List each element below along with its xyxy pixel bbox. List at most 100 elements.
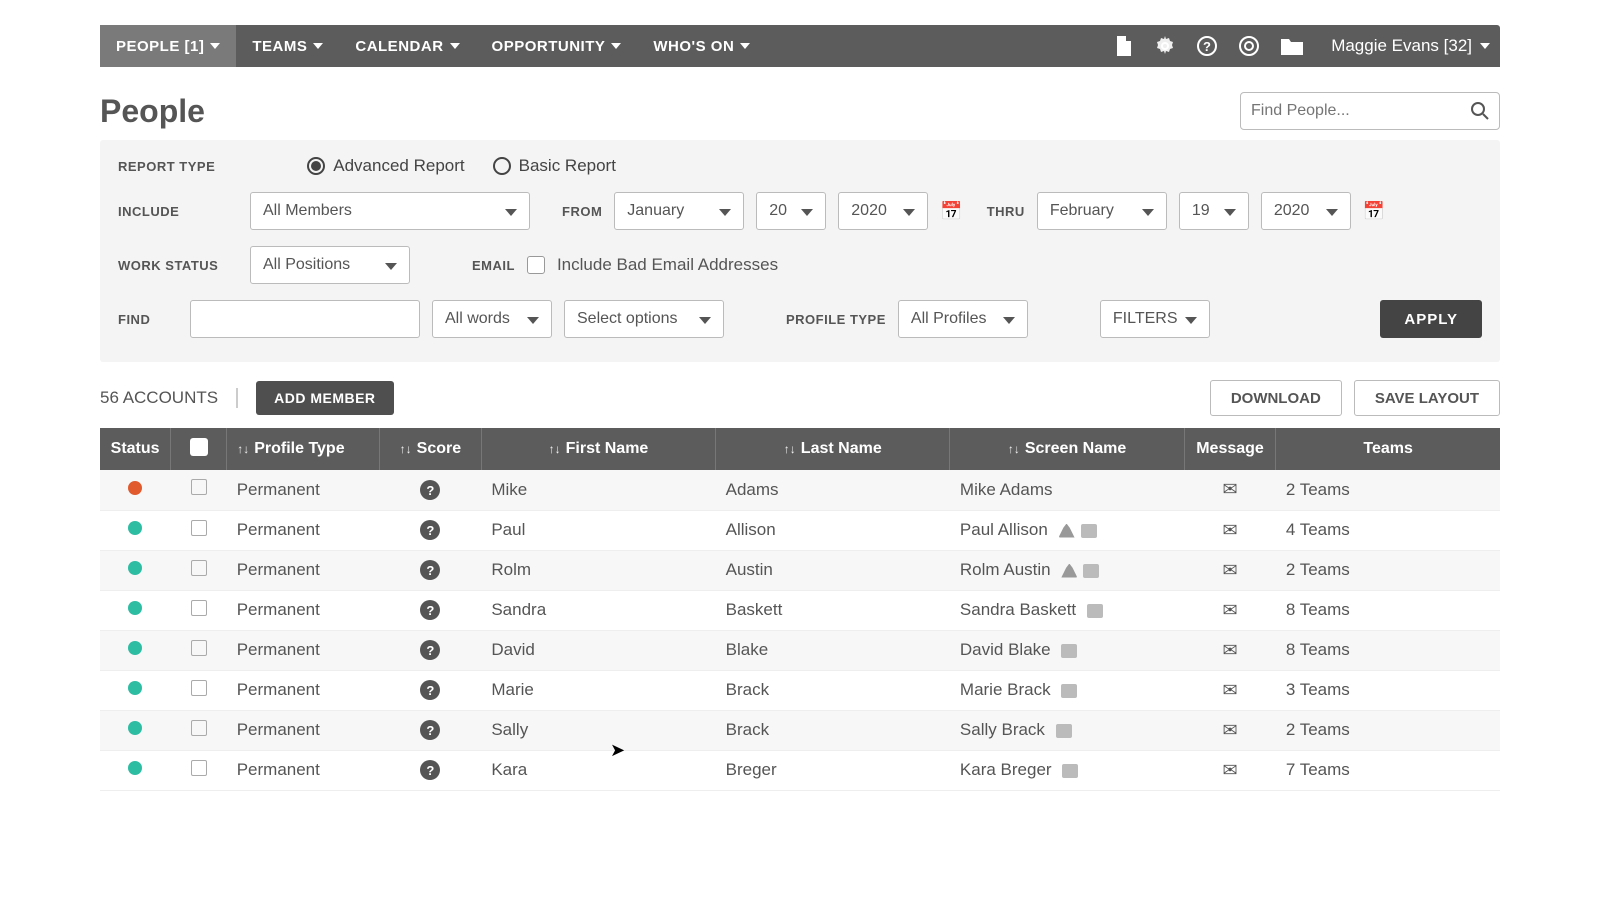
cell-teams[interactable]: 2 Teams [1276, 710, 1500, 750]
find-options-select[interactable]: Select options [564, 300, 724, 338]
nav-item-calendar[interactable]: CALENDAR [339, 25, 475, 67]
profile-type-select[interactable]: All Profiles [898, 300, 1028, 338]
add-member-button[interactable]: ADD MEMBER [256, 381, 393, 415]
chevron-down-icon [210, 43, 220, 49]
row-checkbox[interactable] [191, 720, 207, 736]
col-screen-name[interactable]: ↑↓Screen Name [950, 428, 1184, 470]
from-year-select[interactable]: 2020 [838, 192, 928, 230]
radio-advanced-report[interactable]: Advanced Report [307, 156, 464, 176]
gear-icon[interactable] [1155, 36, 1175, 56]
col-score[interactable]: ↑↓Score [379, 428, 481, 470]
score-help-icon[interactable]: ? [420, 640, 440, 660]
table-row[interactable]: Permanent?RolmAustinRolm Austin ✉2 Teams [100, 550, 1500, 590]
score-help-icon[interactable]: ? [420, 760, 440, 780]
row-checkbox[interactable] [191, 680, 207, 696]
document-icon[interactable] [1115, 36, 1133, 56]
from-day-select[interactable]: 20 [756, 192, 826, 230]
find-input[interactable] [190, 300, 420, 338]
thru-day-select[interactable]: 19 [1179, 192, 1249, 230]
search-icon[interactable] [1471, 102, 1489, 120]
filters-select[interactable]: FILTERS [1100, 300, 1210, 338]
save-layout-button[interactable]: SAVE LAYOUT [1354, 380, 1500, 416]
work-status-select[interactable]: All Positions [250, 246, 410, 284]
nav-item-people-[interactable]: PEOPLE [1] [100, 25, 236, 67]
life-ring-icon[interactable] [1239, 36, 1259, 56]
help-icon[interactable]: ? [1197, 36, 1217, 56]
radio-label: Basic Report [519, 156, 616, 176]
cell-first-name: Sandra [481, 590, 715, 630]
envelope-icon[interactable]: ✉ [1222, 680, 1237, 700]
search-box[interactable] [1240, 92, 1500, 130]
calendar-icon[interactable]: 📅 [1363, 201, 1385, 222]
envelope-icon[interactable]: ✉ [1222, 560, 1237, 580]
cell-teams[interactable]: 8 Teams [1276, 590, 1500, 630]
cell-profile: Permanent [227, 710, 380, 750]
col-profile-type[interactable]: ↑↓Profile Type [227, 428, 380, 470]
status-dot [128, 521, 142, 535]
download-button[interactable]: DOWNLOAD [1210, 380, 1342, 416]
radio-basic-report[interactable]: Basic Report [493, 156, 616, 176]
nav-item-teams[interactable]: TEAMS [236, 25, 339, 67]
table-row[interactable]: Permanent?MarieBrackMarie Brack ✉3 Teams [100, 670, 1500, 710]
top-nav: PEOPLE [1]TEAMSCALENDAROPPORTUNITYWHO'S … [100, 25, 1500, 67]
nav-item-who-s-on[interactable]: WHO'S ON [637, 25, 766, 67]
table-row[interactable]: Permanent?PaulAllisonPaul Allison ✉4 Tea… [100, 510, 1500, 550]
thru-month-select[interactable]: February [1037, 192, 1167, 230]
table-row[interactable]: Permanent?MikeAdamsMike Adams ✉2 Teams [100, 470, 1500, 510]
table-row[interactable]: Permanent?SallyBrackSally Brack ✉2 Teams [100, 710, 1500, 750]
col-teams[interactable]: Teams [1276, 428, 1500, 470]
status-dot [128, 481, 142, 495]
include-select[interactable]: All Members [250, 192, 530, 230]
search-input[interactable] [1251, 102, 1471, 120]
select-all-checkbox[interactable] [190, 438, 208, 456]
cell-teams[interactable]: 8 Teams [1276, 630, 1500, 670]
envelope-icon[interactable]: ✉ [1222, 600, 1237, 620]
nav-item-opportunity[interactable]: OPPORTUNITY [476, 25, 638, 67]
status-dot [128, 561, 142, 575]
cell-teams[interactable]: 7 Teams [1276, 750, 1500, 790]
envelope-icon[interactable]: ✉ [1222, 640, 1237, 660]
col-last-name[interactable]: ↑↓Last Name [716, 428, 950, 470]
row-checkbox[interactable] [191, 600, 207, 616]
col-select[interactable] [171, 428, 227, 470]
col-first-name[interactable]: ↑↓First Name [481, 428, 715, 470]
cell-last-name: Brack [716, 710, 950, 750]
sort-icon: ↑↓ [400, 442, 412, 456]
calendar-icon[interactable]: 📅 [940, 201, 962, 222]
score-help-icon[interactable]: ? [420, 680, 440, 700]
cell-first-name: Mike [481, 470, 715, 510]
score-help-icon[interactable]: ? [420, 560, 440, 580]
cell-teams[interactable]: 2 Teams [1276, 470, 1500, 510]
score-help-icon[interactable]: ? [420, 720, 440, 740]
find-words-select[interactable]: All words [432, 300, 552, 338]
table-row[interactable]: Permanent?KaraBregerKara Breger ✉7 Teams [100, 750, 1500, 790]
from-month-select[interactable]: January [614, 192, 744, 230]
envelope-icon[interactable]: ✉ [1222, 720, 1237, 740]
row-checkbox[interactable] [191, 560, 207, 576]
row-checkbox[interactable] [191, 520, 207, 536]
thru-year-select[interactable]: 2020 [1261, 192, 1351, 230]
account-count: 56 ACCOUNTS [100, 388, 238, 408]
envelope-icon[interactable]: ✉ [1222, 520, 1237, 540]
score-help-icon[interactable]: ? [420, 600, 440, 620]
table-row[interactable]: Permanent?DavidBlakeDavid Blake ✉8 Teams [100, 630, 1500, 670]
col-status[interactable]: Status [100, 428, 171, 470]
row-checkbox[interactable] [191, 640, 207, 656]
folder-icon[interactable] [1281, 37, 1303, 55]
score-help-icon[interactable]: ? [420, 480, 440, 500]
include-bad-email-checkbox[interactable] [527, 256, 545, 274]
cell-teams[interactable]: 2 Teams [1276, 550, 1500, 590]
cell-last-name: Brack [716, 670, 950, 710]
image-icon [1061, 644, 1077, 658]
table-row[interactable]: Permanent?SandraBaskettSandra Baskett ✉8… [100, 590, 1500, 630]
cell-teams[interactable]: 3 Teams [1276, 670, 1500, 710]
apply-button[interactable]: APPLY [1380, 300, 1482, 338]
row-checkbox[interactable] [191, 479, 207, 495]
row-checkbox[interactable] [191, 760, 207, 776]
score-help-icon[interactable]: ? [420, 520, 440, 540]
envelope-icon[interactable]: ✉ [1222, 479, 1237, 499]
envelope-icon[interactable]: ✉ [1222, 760, 1237, 780]
col-message[interactable]: Message [1184, 428, 1276, 470]
user-menu[interactable]: Maggie Evans [32] [1321, 36, 1490, 56]
cell-teams[interactable]: 4 Teams [1276, 510, 1500, 550]
